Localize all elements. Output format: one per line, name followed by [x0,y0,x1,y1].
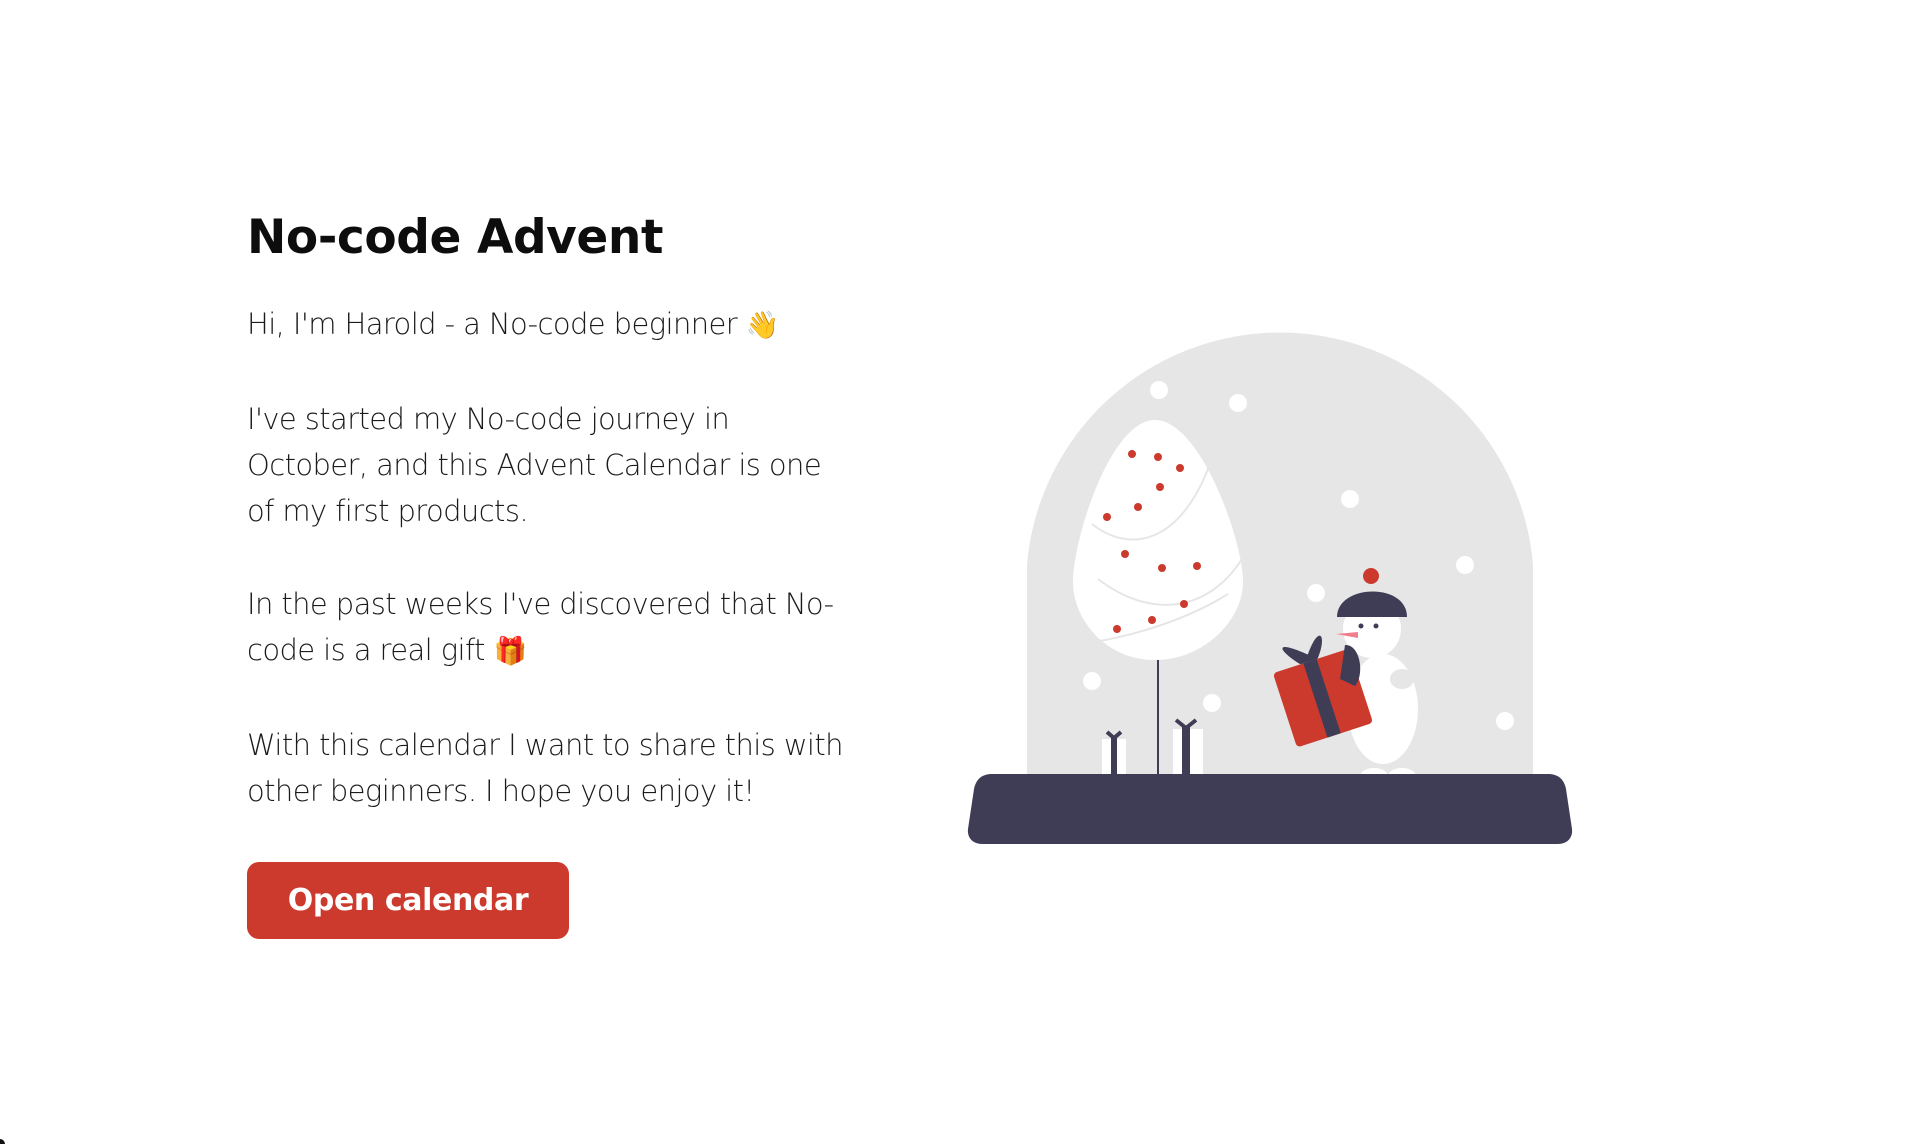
gift-line: In the past weeks I've discovered that N… [247,587,834,667]
page-title: No-code Advent [247,210,664,265]
intro-section: No-code Advent Hi, I'm Harold - a No-cod… [247,205,847,939]
share-paragraph: With this calendar I want to share this … [247,728,844,808]
intro-text: Hi, I'm Harold - a No-code beginner 👋 [247,301,847,349]
gift-icon: 🎁 [493,636,527,667]
corner-mark [0,1139,5,1144]
intro-line: Hi, I'm Harold - a No-code beginner [247,307,738,341]
snow-globe-snowman-icon [967,332,1573,844]
journey-paragraph: I've started my No-code journey in Octob… [247,402,822,528]
waving-hand-icon: 👋 [745,310,780,341]
open-calendar-button[interactable]: Open calendar [247,862,569,939]
gift-paragraph: In the past weeks I've discovered that N… [247,581,847,675]
